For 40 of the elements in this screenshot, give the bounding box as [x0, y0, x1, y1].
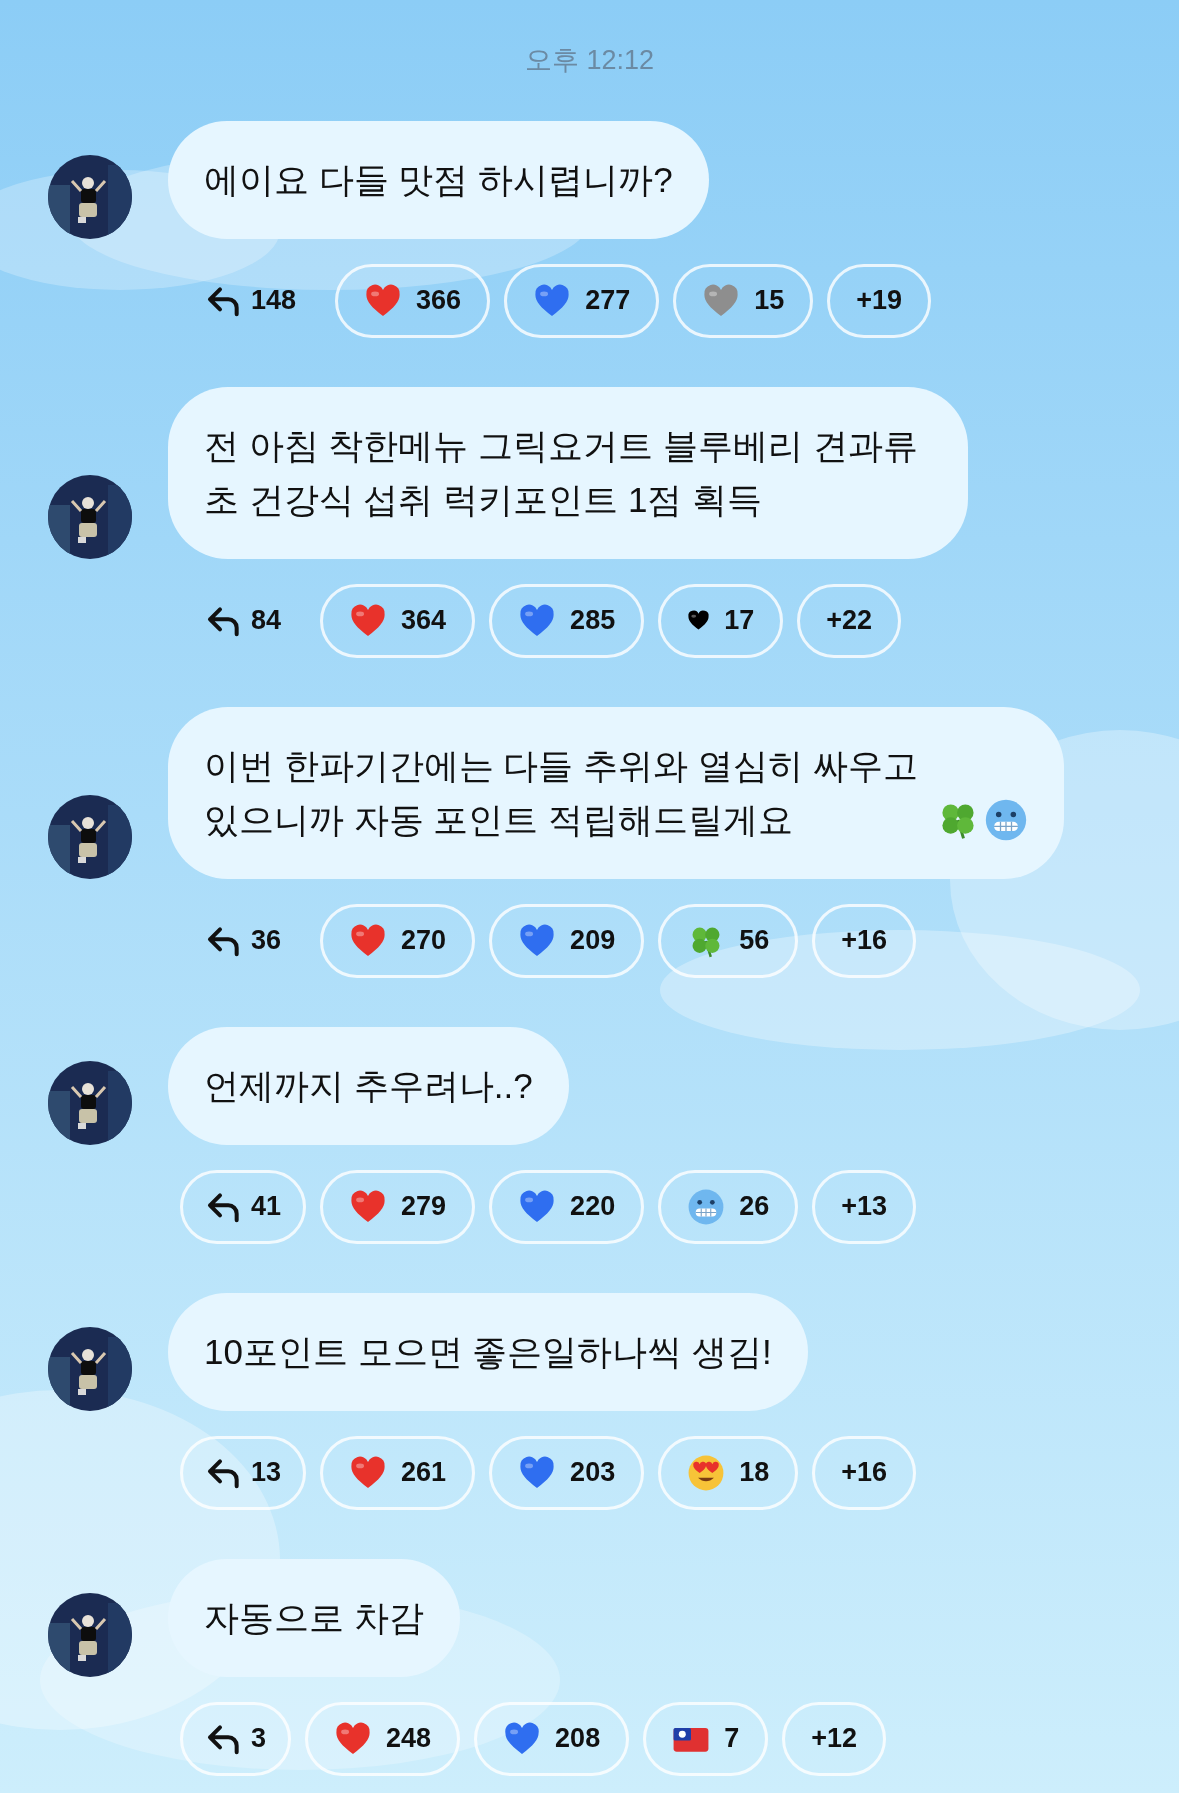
more-reactions-button[interactable]: +12: [782, 1701, 886, 1776]
reaction-button[interactable]: 248: [305, 1701, 461, 1776]
reaction-button[interactable]: 56: [658, 903, 799, 978]
reaction-button[interactable]: 285: [489, 583, 645, 658]
message-text: 자동으로 차감: [204, 1596, 424, 1639]
reaction-button[interactable]: 208: [474, 1701, 630, 1776]
more-reactions-button[interactable]: +22: [797, 583, 902, 658]
reaction-button[interactable]: 261: [320, 1435, 476, 1510]
timestamp: 오후 12:12: [524, 44, 655, 77]
reaction-button[interactable]: 203: [489, 1435, 645, 1510]
reply-button[interactable]: 13: [180, 1435, 307, 1510]
reply-button[interactable]: 3: [180, 1701, 292, 1776]
reaction-button[interactable]: 364: [320, 583, 476, 658]
reaction-button[interactable]: 270: [320, 903, 476, 978]
message-text: 언제까지 추우려나..?: [204, 1064, 533, 1107]
reaction-button[interactable]: 277: [504, 263, 660, 338]
freezing-face-icon: [984, 797, 1028, 842]
more-reactions-button[interactable]: +13: [812, 1169, 917, 1244]
more-reactions-button[interactable]: +19: [827, 263, 932, 338]
reply-button[interactable]: 84: [180, 583, 307, 658]
message-text: 에이요 다들 맛점 하시렵니까?: [204, 158, 673, 201]
reaction-button[interactable]: 17: [658, 583, 784, 658]
more-reactions-button[interactable]: +16: [812, 1435, 917, 1510]
reaction-button[interactable]: 15: [673, 263, 814, 338]
reply-button[interactable]: 41: [180, 1169, 307, 1244]
reaction-button[interactable]: 220: [489, 1169, 645, 1244]
reaction-button[interactable]: 279: [320, 1169, 476, 1244]
reply-button[interactable]: 148: [180, 263, 322, 338]
freezing-face-icon: [687, 1187, 726, 1226]
message-text: 전 아침 착한메뉴 그릭요거트 블루베리 견과류초 건강식 섭취 럭키포인트 1점 획득: [204, 424, 919, 521]
reaction-button[interactable]: 26: [658, 1169, 799, 1244]
reaction-button[interactable]: 7: [643, 1701, 769, 1776]
more-reactions-button[interactable]: +16: [812, 903, 917, 978]
message-text: 10포인트 모으면 좋은일하나씩 생김!: [204, 1330, 772, 1373]
reaction-button[interactable]: 209: [489, 903, 645, 978]
reaction-button[interactable]: 366: [335, 263, 491, 338]
reaction-button[interactable]: 18: [658, 1435, 799, 1510]
reply-button[interactable]: 36: [180, 903, 307, 978]
message-text: 이번 한파기간에는 다들 추위와 열심히 싸우고 있으니까 자동 포인트 적립해드릴게요: [204, 744, 919, 841]
heart-eyes-face-icon: [687, 1453, 726, 1492]
